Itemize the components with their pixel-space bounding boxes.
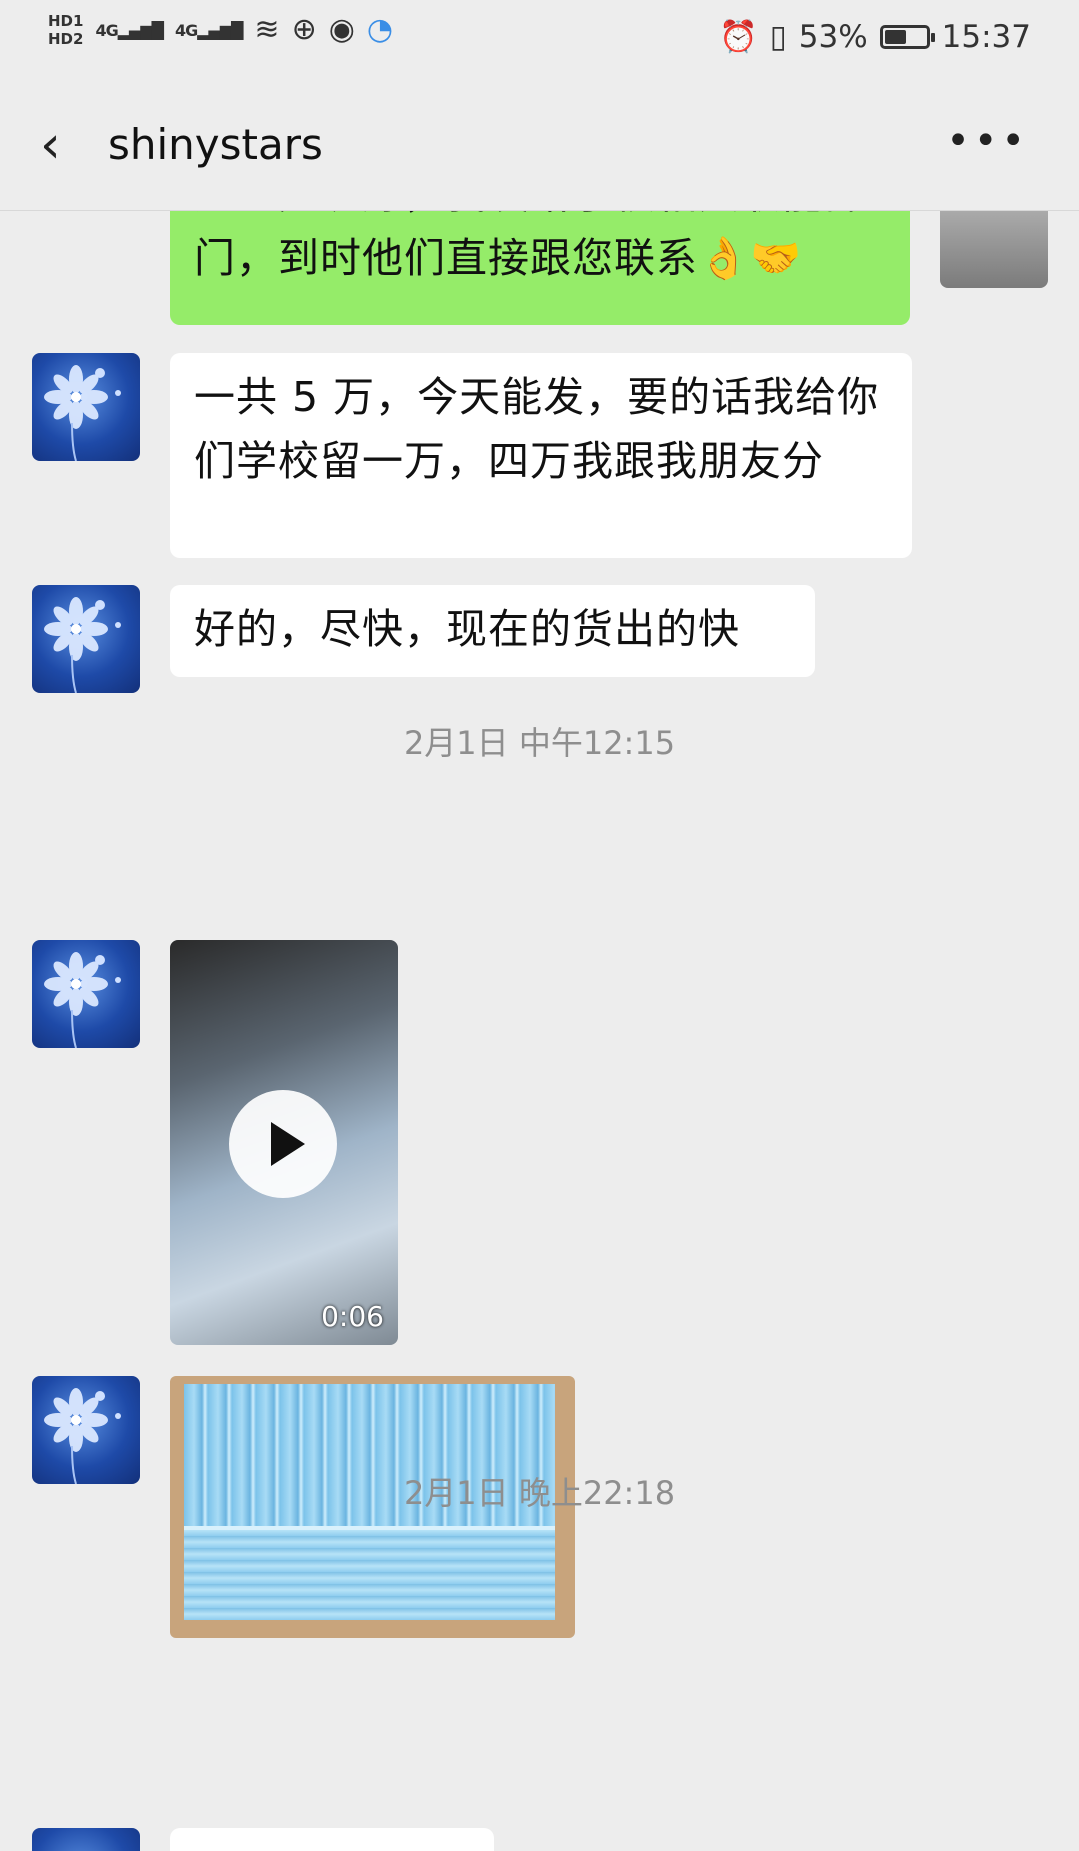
status-left: HD1 HD2 4G▂▄▆█ 4G▂▄▆█ ≋ ⊕ ◉ ◔ [48,12,393,48]
contact-avatar[interactable] [32,940,140,1048]
battery-icon [879,24,935,49]
my-avatar[interactable] [940,210,1048,288]
wifi-icon: ≋ [254,12,280,47]
contact-avatar[interactable] [32,585,140,693]
timestamp: 2月1日 晚上22:18 [403,1474,676,1512]
signal-2-icon: 4G▂▄▆█ [174,20,243,40]
signal-1-icon: 4G▂▄▆█ [95,20,163,40]
status-bar: HD1 HD2 4G▂▄▆█ 4G▂▄▆█ ≋ ⊕ ◉ ◔ ⏰ ▯ 53% 15… [0,0,1079,80]
battery-fill [884,29,906,44]
message-bubble-sent[interactable]: 这么先说好，我发给了校相关职能部门，到时他们直接跟您联系👌🤝 [170,210,910,325]
hd-indicators: HD1 HD2 [48,12,83,48]
flower-icon [44,365,121,461]
contact-avatar[interactable] [32,353,140,461]
data-saver-icon: ⊕ [291,12,317,47]
vibrate-icon: ▯ [769,18,787,55]
more-icon[interactable]: ••• [946,118,1029,164]
chat-title: shinystars [108,120,323,169]
hd2-icon: HD2 [48,30,84,48]
image-content-lower [184,1526,555,1620]
app-notification-icon: ◔ [366,12,394,47]
flower-icon [44,597,121,693]
battery-percent: 53% [798,18,868,55]
video-duration: 0:06 [321,1300,384,1333]
message-bubble-received[interactable] [170,1828,494,1851]
contact-avatar[interactable] [32,1828,140,1851]
hd1-icon: HD1 [48,12,84,30]
chat-header: ‹ shinystars ••• [0,80,1079,211]
message-bubble-received[interactable]: 好的，尽快，现在的货出的快 [170,585,815,677]
alarm-icon: ⏰ [719,19,758,55]
message-list[interactable]: 这么先说好，我发给了校相关职能部门，到时他们直接跟您联系👌🤝 一共 5 万，今天… [0,210,1079,1851]
flower-icon [44,952,121,1048]
eye-icon: ◉ [328,12,355,47]
clock: 15:37 [941,18,1031,55]
timestamp: 2月1日 中午12:15 [403,724,676,762]
video-message[interactable]: 0:06 [170,940,398,1345]
play-icon[interactable] [229,1090,337,1198]
status-right: ⏰ ▯ 53% 15:37 [719,18,1031,56]
message-bubble-received[interactable]: 一共 5 万，今天能发，要的话我给你们学校留一万，四万我跟我朋友分 [170,353,912,558]
back-arrow-icon[interactable]: ‹ [40,119,80,171]
